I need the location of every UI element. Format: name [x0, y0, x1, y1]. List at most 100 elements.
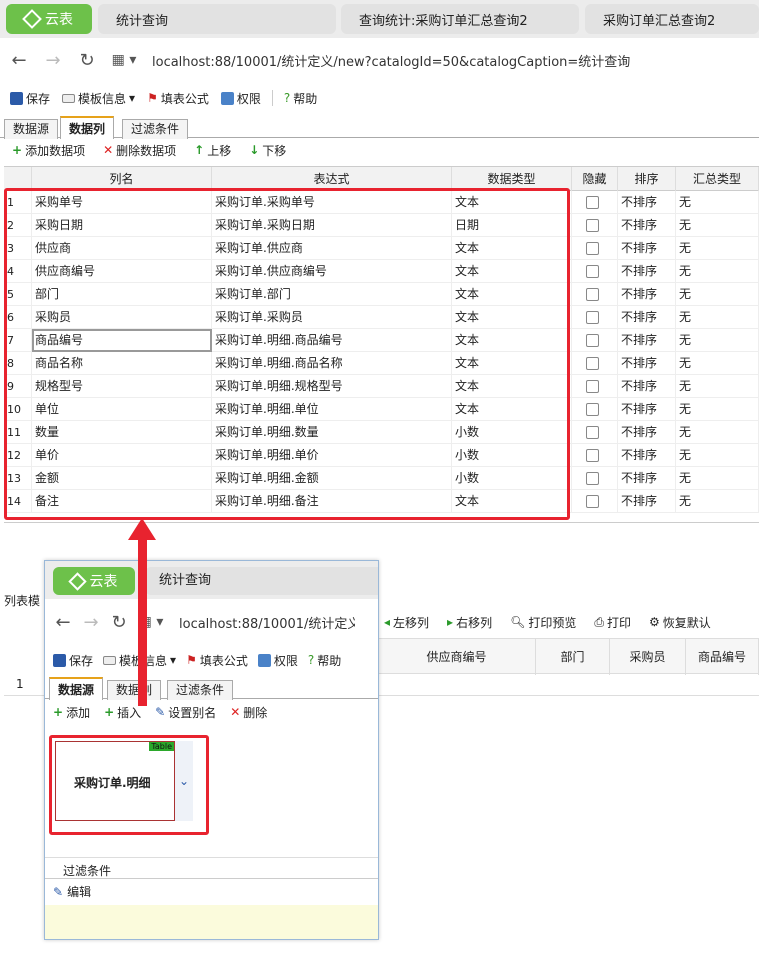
header-name[interactable]: 列名	[32, 167, 212, 191]
lower-col-4[interactable]: 商品编号	[686, 639, 759, 675]
cell-hide[interactable]	[572, 490, 618, 513]
cell-sort[interactable]: 不排序	[618, 375, 676, 398]
restore-default-button[interactable]: ⚙ 恢复默认	[645, 614, 715, 631]
cell-hide[interactable]	[572, 191, 618, 214]
table-row[interactable]: 11 数量 采购订单.明细.数量 小数 不排序无	[4, 421, 759, 444]
cell-hide[interactable]	[572, 467, 618, 490]
inset-back-icon[interactable]: ←	[49, 612, 77, 633]
inset-delete-button[interactable]: ✕ 删除	[226, 704, 271, 721]
cell-type[interactable]: 文本	[452, 260, 572, 283]
template-info-button[interactable]: 模板信息 ▾	[58, 90, 139, 107]
cell-name[interactable]: 部门	[32, 283, 212, 306]
inset-tab[interactable]: 统计查询	[145, 567, 378, 595]
cell-sort[interactable]: 不排序	[618, 237, 676, 260]
cell-expr[interactable]: 采购订单.供应商编号	[212, 260, 452, 283]
cell-type[interactable]: 小数	[452, 421, 572, 444]
table-row[interactable]: 10 单位 采购订单.明细.单位 文本 不排序无	[4, 398, 759, 421]
cell-sort[interactable]: 不排序	[618, 467, 676, 490]
tab-purchase-summary-stat[interactable]: 查询统计:采购订单汇总查询2	[341, 4, 579, 34]
hide-checkbox[interactable]	[586, 334, 599, 347]
hide-checkbox[interactable]	[586, 380, 599, 393]
cell-type[interactable]: 文本	[452, 352, 572, 375]
cell-type[interactable]: 小数	[452, 467, 572, 490]
cell-hide[interactable]	[572, 398, 618, 421]
cell-hide[interactable]	[572, 214, 618, 237]
cell-sort[interactable]: 不排序	[618, 352, 676, 375]
cell-hide[interactable]	[572, 283, 618, 306]
header-hide[interactable]: 隐藏	[572, 167, 618, 191]
table-row[interactable]: 7 商品编号 采购订单.明细.商品编号 文本 不排序无	[4, 329, 759, 352]
move-left-button[interactable]: ◂ 左移列	[380, 614, 433, 631]
cell-name[interactable]: 采购员	[32, 306, 212, 329]
delete-item-button[interactable]: ✕ 删除数据项	[99, 142, 180, 159]
reload-icon[interactable]: ↻	[70, 50, 104, 71]
inset-tab-filter[interactable]: 过滤条件	[167, 680, 234, 700]
table-row[interactable]: 9 规格型号 采购订单.明细.规格型号 文本 不排序无	[4, 375, 759, 398]
cell-sort[interactable]: 不排序	[618, 490, 676, 513]
cell-expr[interactable]: 采购订单.明细.备注	[212, 490, 452, 513]
cell-sort[interactable]: 不排序	[618, 421, 676, 444]
cell-hide[interactable]	[572, 352, 618, 375]
tab-stat-query[interactable]: 统计查询	[98, 4, 336, 34]
cell-name[interactable]: 数量	[32, 421, 212, 444]
cell-agg[interactable]: 无	[676, 352, 759, 375]
cell-expr[interactable]: 采购订单.供应商	[212, 237, 452, 260]
lower-col-3[interactable]: 采购员	[610, 639, 686, 675]
cell-name[interactable]: 单位	[32, 398, 212, 421]
header-agg[interactable]: 汇总类型	[676, 167, 759, 191]
cell-name[interactable]: 备注	[32, 490, 212, 513]
hide-checkbox[interactable]	[586, 495, 599, 508]
cell-agg[interactable]: 无	[676, 237, 759, 260]
cell-expr[interactable]: 采购订单.采购员	[212, 306, 452, 329]
cell-sort[interactable]: 不排序	[618, 214, 676, 237]
cell-agg[interactable]: 无	[676, 214, 759, 237]
cell-type[interactable]: 文本	[452, 306, 572, 329]
cell-name[interactable]: 商品名称	[32, 352, 212, 375]
table-row[interactable]: 12 单价 采购订单.明细.单价 小数 不排序无	[4, 444, 759, 467]
cell-type[interactable]: 文本	[452, 283, 572, 306]
print-button[interactable]: ⎙ 打印	[590, 614, 635, 631]
table-row[interactable]: 1 采购单号 采购订单.采购单号 文本 不排序无	[4, 191, 759, 214]
cell-expr[interactable]: 采购订单.明细.单位	[212, 398, 452, 421]
inset-permission-button[interactable]: 权限	[254, 652, 302, 669]
tab-datasource[interactable]: 数据源	[4, 119, 59, 139]
cell-agg[interactable]: 无	[676, 283, 759, 306]
cell-sort[interactable]: 不排序	[618, 306, 676, 329]
forward-icon[interactable]: →	[36, 50, 70, 71]
table-row[interactable]: 2 采购日期 采购订单.采购日期 日期 不排序无	[4, 214, 759, 237]
cell-type[interactable]: 文本	[452, 375, 572, 398]
inset-add-button[interactable]: + 添加	[49, 704, 94, 721]
inset-url[interactable]: localhost:88/10001/统计定义	[179, 613, 355, 632]
table-row[interactable]: 14 备注 采购订单.明细.备注 文本 不排序无	[4, 490, 759, 513]
hide-checkbox[interactable]	[586, 265, 599, 278]
tab-purchase-summary[interactable]: 采购订单汇总查询2	[585, 4, 759, 34]
tab-filter[interactable]: 过滤条件	[122, 119, 189, 139]
cell-expr[interactable]: 采购订单.明细.数量	[212, 421, 452, 444]
cell-agg[interactable]: 无	[676, 421, 759, 444]
move-up-button[interactable]: ↑ 上移	[190, 142, 235, 159]
cell-expr[interactable]: 采购订单.明细.规格型号	[212, 375, 452, 398]
cell-expr[interactable]: 采购订单.采购日期	[212, 214, 452, 237]
lower-col-1[interactable]: 供应商编号	[378, 639, 536, 675]
cell-sort[interactable]: 不排序	[618, 398, 676, 421]
hide-checkbox[interactable]	[586, 311, 599, 324]
cell-type[interactable]: 日期	[452, 214, 572, 237]
cell-expr[interactable]: 采购订单.采购单号	[212, 191, 452, 214]
cell-expr[interactable]: 采购订单.明细.商品编号	[212, 329, 452, 352]
back-icon[interactable]: ←	[2, 50, 36, 71]
cell-type[interactable]: 文本	[452, 191, 572, 214]
table-row[interactable]: 4 供应商编号 采购订单.供应商编号 文本 不排序无	[4, 260, 759, 283]
apps-grid-icon[interactable]: ▦ ▾	[104, 52, 144, 68]
cell-hide[interactable]	[572, 444, 618, 467]
add-item-button[interactable]: + 添加数据项	[8, 142, 89, 159]
hide-checkbox[interactable]	[586, 403, 599, 416]
cell-name[interactable]: 规格型号	[32, 375, 212, 398]
table-row[interactable]: 3 供应商 采购订单.供应商 文本 不排序无	[4, 237, 759, 260]
cell-agg[interactable]: 无	[676, 490, 759, 513]
cell-hide[interactable]	[572, 260, 618, 283]
table-row[interactable]: 5 部门 采购订单.部门 文本 不排序无	[4, 283, 759, 306]
cell-agg[interactable]: 无	[676, 329, 759, 352]
lower-col-2[interactable]: 部门	[536, 639, 610, 675]
hide-checkbox[interactable]	[586, 242, 599, 255]
table-row[interactable]: 6 采购员 采购订单.采购员 文本 不排序无	[4, 306, 759, 329]
